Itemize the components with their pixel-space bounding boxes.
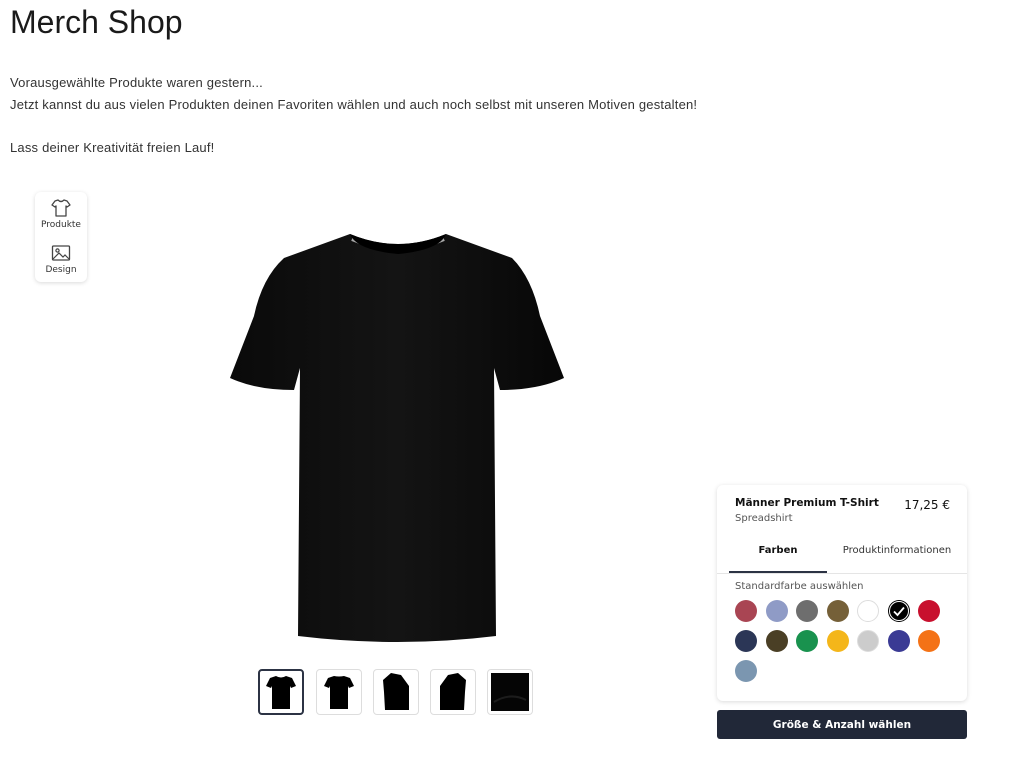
product-price: 17,25 € bbox=[904, 498, 950, 512]
view-thumb-left[interactable] bbox=[373, 669, 419, 715]
product-config-panel: Männer Premium T-Shirt Spreadshirt 17,25… bbox=[717, 485, 967, 701]
designer-toolbar: Produkte Design bbox=[35, 192, 87, 282]
checkmark-icon bbox=[888, 601, 909, 621]
page-title: Merch Shop bbox=[10, 4, 183, 40]
product-brand: Spreadshirt bbox=[735, 513, 793, 524]
panel-tabs: Farben Produktinformationen bbox=[717, 533, 967, 574]
intro-text: Vorausgewählte Produkte waren gestern...… bbox=[10, 72, 697, 159]
color-swatch[interactable] bbox=[826, 630, 849, 652]
image-icon bbox=[51, 245, 71, 261]
choose-size-quantity-button[interactable]: Größe & Anzahl wählen bbox=[717, 710, 967, 739]
tshirt-detail-thumb bbox=[491, 673, 529, 711]
color-swatch[interactable] bbox=[826, 600, 849, 622]
tab-colors[interactable]: Farben bbox=[729, 533, 827, 573]
products-tool-label: Produkte bbox=[41, 220, 81, 230]
tshirt-image bbox=[230, 234, 564, 642]
color-swatch[interactable] bbox=[796, 630, 818, 652]
color-swatch[interactable] bbox=[918, 630, 940, 652]
color-swatch[interactable] bbox=[918, 600, 940, 622]
color-swatch[interactable] bbox=[765, 630, 788, 652]
color-select-label: Standardfarbe auswählen bbox=[735, 581, 864, 592]
color-swatch[interactable] bbox=[735, 600, 757, 622]
color-swatch[interactable] bbox=[735, 660, 757, 682]
color-swatch[interactable] bbox=[887, 630, 910, 652]
design-tool-label: Design bbox=[45, 265, 77, 275]
view-thumb-right[interactable] bbox=[430, 669, 476, 715]
intro-line: Vorausgewählte Produkte waren gestern... bbox=[10, 75, 263, 90]
tshirt-back-thumb bbox=[324, 676, 354, 709]
design-tool-button[interactable]: Design bbox=[35, 244, 87, 275]
view-thumb-detail[interactable] bbox=[487, 669, 533, 715]
color-swatch[interactable] bbox=[857, 600, 879, 622]
product-name: Männer Premium T-Shirt bbox=[735, 497, 879, 509]
products-tool-button[interactable]: Produkte bbox=[35, 199, 87, 230]
view-thumb-front[interactable] bbox=[258, 669, 304, 715]
color-swatch[interactable] bbox=[735, 630, 757, 652]
tshirt-front-thumb bbox=[266, 676, 296, 709]
color-swatch[interactable] bbox=[887, 600, 910, 622]
tab-product-info[interactable]: Produktinformationen bbox=[835, 533, 959, 573]
intro-line: Lass deiner Kreativität freien Lauf! bbox=[10, 140, 215, 155]
tshirt-icon bbox=[51, 199, 71, 217]
intro-line: Jetzt kannst du aus vielen Produkten dei… bbox=[10, 97, 698, 112]
color-swatch[interactable] bbox=[857, 630, 879, 652]
color-swatch[interactable] bbox=[765, 600, 788, 622]
tshirt-left-thumb bbox=[383, 673, 409, 710]
view-thumb-back[interactable] bbox=[316, 669, 362, 715]
tshirt-right-thumb bbox=[440, 673, 466, 710]
product-preview[interactable] bbox=[228, 228, 568, 648]
color-swatch[interactable] bbox=[796, 600, 818, 622]
